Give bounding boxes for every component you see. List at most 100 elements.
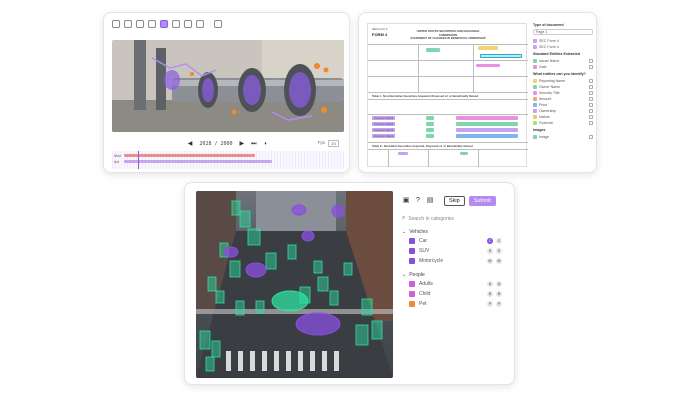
highlight-title[interactable] xyxy=(476,64,500,67)
skip-button[interactable]: Skip xyxy=(444,196,465,206)
toggle-icon[interactable] xyxy=(589,135,593,139)
vehicle-box[interactable] xyxy=(291,204,307,216)
trash-icon[interactable] xyxy=(214,20,222,28)
document-icon[interactable]: ▤ xyxy=(426,197,434,205)
person-box[interactable] xyxy=(287,244,297,260)
video-frame[interactable] xyxy=(112,40,344,132)
entity-item[interactable]: Footnote xyxy=(533,120,593,126)
row-highlight[interactable] xyxy=(426,122,434,126)
image-icon[interactable]: ▣ xyxy=(402,197,410,205)
person-box[interactable] xyxy=(199,330,211,350)
highlight-derivative[interactable] xyxy=(398,152,408,155)
person-box[interactable] xyxy=(211,340,221,358)
entity-item[interactable]: Date xyxy=(533,64,593,70)
link-icon[interactable] xyxy=(148,20,156,28)
help-icon[interactable]: ? xyxy=(414,197,422,205)
volume-icon[interactable]: ◖ xyxy=(264,141,268,147)
highlight-date[interactable] xyxy=(478,46,498,50)
group-header[interactable]: ⌄ People xyxy=(402,271,502,279)
doc-type-select[interactable]: Page 1 xyxy=(533,29,593,35)
person-box[interactable] xyxy=(329,290,339,306)
toggle-icon[interactable] xyxy=(589,97,593,101)
highlight-issuer[interactable] xyxy=(480,54,522,58)
playhead[interactable] xyxy=(137,151,139,169)
person-box[interactable] xyxy=(215,290,225,304)
person-box[interactable] xyxy=(317,276,329,292)
group-header[interactable]: ⌄ Vehicles xyxy=(402,228,502,236)
person-box[interactable] xyxy=(361,298,373,316)
hotkey-badge: M xyxy=(487,258,493,264)
person-box[interactable] xyxy=(343,262,353,276)
doc-item[interactable]: SEC Form 4 xyxy=(533,44,593,50)
category-item[interactable]: Adults A A xyxy=(402,279,502,289)
highlight-derivative-2[interactable] xyxy=(460,152,468,155)
person-box[interactable] xyxy=(255,300,265,314)
person-box[interactable] xyxy=(207,276,217,292)
category-item[interactable]: Child B B xyxy=(402,289,502,299)
vehicle-box[interactable] xyxy=(301,230,315,242)
polygon-icon[interactable] xyxy=(160,20,168,28)
person-box[interactable] xyxy=(229,260,241,278)
submit-button[interactable]: Submit xyxy=(468,196,496,206)
row-highlight[interactable] xyxy=(426,128,434,132)
person-box[interactable] xyxy=(313,260,323,274)
toggle-icon[interactable] xyxy=(589,85,593,89)
play-icon[interactable]: ▶ xyxy=(240,141,245,147)
street-frame[interactable] xyxy=(196,191,393,378)
group-items: Car C C SUV S S Motorcycle M M xyxy=(402,236,502,266)
video-toolbar xyxy=(112,19,222,29)
person-box[interactable] xyxy=(239,210,251,228)
row-highlight[interactable] xyxy=(456,128,518,132)
timeline[interactable]: Mod Act xyxy=(112,151,344,169)
person-box[interactable] xyxy=(235,300,245,316)
toggle-icon[interactable] xyxy=(589,103,593,107)
vehicle-box[interactable] xyxy=(245,262,267,278)
toggle-icon[interactable] xyxy=(589,109,593,113)
row-highlight[interactable] xyxy=(426,134,434,138)
person-box[interactable] xyxy=(355,324,369,346)
vehicle-box[interactable] xyxy=(271,290,309,312)
fit-icon[interactable] xyxy=(196,20,204,28)
person-box[interactable] xyxy=(231,200,241,216)
toggle-icon[interactable] xyxy=(589,65,593,69)
category-search[interactable]: ⌕ Search in categories xyxy=(402,214,502,223)
entity-label: Date xyxy=(539,65,547,69)
polyline-icon[interactable] xyxy=(124,20,132,28)
vehicle-box[interactable] xyxy=(223,246,239,258)
person-box[interactable] xyxy=(371,320,383,340)
row-highlight[interactable] xyxy=(456,134,518,138)
category-item[interactable]: Motorcycle M M xyxy=(402,256,502,266)
highlight-name[interactable] xyxy=(426,48,440,52)
vehicle-box[interactable] xyxy=(295,312,341,336)
vehicle-box[interactable] xyxy=(331,204,345,218)
row-highlight[interactable] xyxy=(426,116,434,120)
speed-select[interactable]: 2x xyxy=(328,140,339,147)
timeline-track[interactable] xyxy=(124,154,255,157)
document-page[interactable]: SEC Form 4 FORM 4 UNITED STATES SECURITI… xyxy=(367,23,528,167)
toggle-icon[interactable] xyxy=(589,91,593,95)
category-item[interactable]: Car C C xyxy=(402,236,502,246)
pointer-icon[interactable] xyxy=(112,20,120,28)
video-annotation-card: ◀ 2028 / 2000 ▶ ⏭ ◖ Fps 2x Mod Act xyxy=(103,12,350,173)
box-icon[interactable] xyxy=(136,20,144,28)
timeline-track[interactable] xyxy=(124,160,273,163)
person-box[interactable] xyxy=(247,228,261,246)
next-frame-icon[interactable]: ⏭ xyxy=(251,141,256,147)
entity-label: Amount xyxy=(539,97,552,101)
search-input[interactable]: Search in categories xyxy=(408,216,454,222)
hand-icon[interactable] xyxy=(172,20,180,28)
toggle-icon[interactable] xyxy=(589,79,593,83)
toggle-icon[interactable] xyxy=(589,121,593,125)
category-item[interactable]: Pet P P xyxy=(402,299,502,309)
person-box[interactable] xyxy=(265,252,277,270)
person-box[interactable] xyxy=(205,356,215,372)
undo-icon[interactable] xyxy=(184,20,192,28)
toggle-icon[interactable] xyxy=(589,115,593,119)
row-highlight[interactable] xyxy=(456,116,518,120)
row-label: Common Stock xyxy=(372,122,396,126)
row-highlight[interactable] xyxy=(456,122,518,126)
entity-item[interactable]: Image xyxy=(533,134,593,140)
toggle-icon[interactable] xyxy=(589,59,593,63)
category-item[interactable]: SUV S S xyxy=(402,246,502,256)
prev-frame-icon[interactable]: ◀ xyxy=(188,141,193,147)
